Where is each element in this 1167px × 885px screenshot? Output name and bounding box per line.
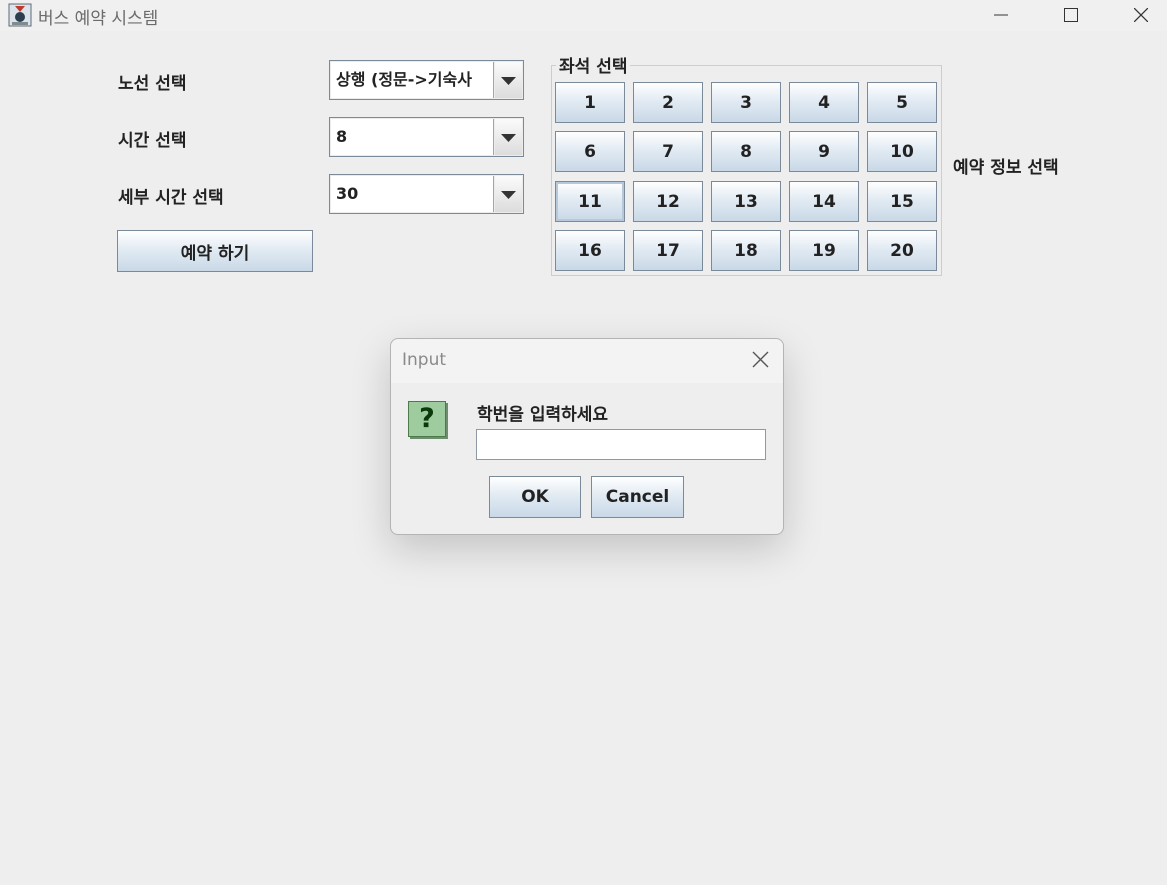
maximize-icon — [1064, 8, 1078, 22]
seat-button-7[interactable]: 7 — [633, 131, 703, 172]
seat-button-9[interactable]: 9 — [789, 131, 859, 172]
seat-button-5[interactable]: 5 — [867, 82, 937, 123]
title-bar: 버스 예약 시스템 — [0, 0, 1167, 31]
seat-button-14[interactable]: 14 — [789, 181, 859, 222]
seat-button-18[interactable]: 18 — [711, 230, 781, 271]
seat-button-12[interactable]: 12 — [633, 181, 703, 222]
question-mark: ? — [419, 403, 435, 434]
close-icon[interactable] — [752, 351, 769, 368]
time-combobox[interactable]: 8 — [329, 117, 524, 157]
minute-value: 30 — [331, 176, 494, 212]
ok-button[interactable]: OK — [489, 476, 581, 518]
window-title: 버스 예약 시스템 — [38, 9, 159, 29]
route-dropdown-button[interactable] — [495, 62, 522, 98]
dialog-title-bar: Input — [391, 339, 783, 383]
seat-button-10[interactable]: 10 — [867, 131, 937, 172]
seat-button-19[interactable]: 19 — [789, 230, 859, 271]
seat-button-20[interactable]: 20 — [867, 230, 937, 271]
student-id-input[interactable] — [476, 429, 766, 460]
seat-panel-title: 좌석 선택 — [556, 52, 631, 77]
close-button[interactable] — [1118, 0, 1164, 31]
seat-button-17[interactable]: 17 — [633, 230, 703, 271]
seat-button-11[interactable]: 11 — [555, 181, 625, 222]
seat-button-15[interactable]: 15 — [867, 181, 937, 222]
maximize-button[interactable] — [1048, 0, 1094, 31]
minute-label: 세부 시간 선택 — [118, 188, 224, 208]
route-combobox[interactable]: 상행 (정문->기숙사 — [329, 60, 524, 100]
seat-button-8[interactable]: 8 — [711, 131, 781, 172]
route-value: 상행 (정문->기숙사 — [331, 62, 494, 98]
close-icon — [1134, 8, 1148, 22]
route-label: 노선 선택 — [118, 74, 187, 94]
input-dialog: Input ? 학번을 입력하세요 OK Cancel — [390, 338, 784, 535]
chevron-down-icon — [501, 134, 516, 142]
minute-dropdown-button[interactable] — [495, 176, 522, 212]
seat-button-16[interactable]: 16 — [555, 230, 625, 271]
java-app-icon — [8, 3, 32, 27]
reserve-button[interactable]: 예약 하기 — [117, 230, 313, 272]
minimize-icon — [994, 14, 1008, 16]
time-label: 시간 선택 — [118, 131, 187, 151]
chevron-down-icon — [501, 77, 516, 85]
seat-button-3[interactable]: 3 — [711, 82, 781, 123]
seat-button-1[interactable]: 1 — [555, 82, 625, 123]
time-dropdown-button[interactable] — [495, 119, 522, 155]
dialog-title: Input — [402, 350, 447, 370]
question-icon: ? — [408, 401, 446, 437]
reservation-info-label: 예약 정보 선택 — [953, 158, 1059, 178]
cancel-button[interactable]: Cancel — [591, 476, 684, 518]
dialog-message: 학번을 입력하세요 — [477, 405, 609, 425]
chevron-down-icon — [501, 191, 516, 199]
seat-button-2[interactable]: 2 — [633, 82, 703, 123]
time-value: 8 — [331, 119, 494, 155]
minute-combobox[interactable]: 30 — [329, 174, 524, 214]
minimize-button[interactable] — [978, 0, 1024, 31]
seat-button-13[interactable]: 13 — [711, 181, 781, 222]
seat-button-4[interactable]: 4 — [789, 82, 859, 123]
seat-button-6[interactable]: 6 — [555, 131, 625, 172]
